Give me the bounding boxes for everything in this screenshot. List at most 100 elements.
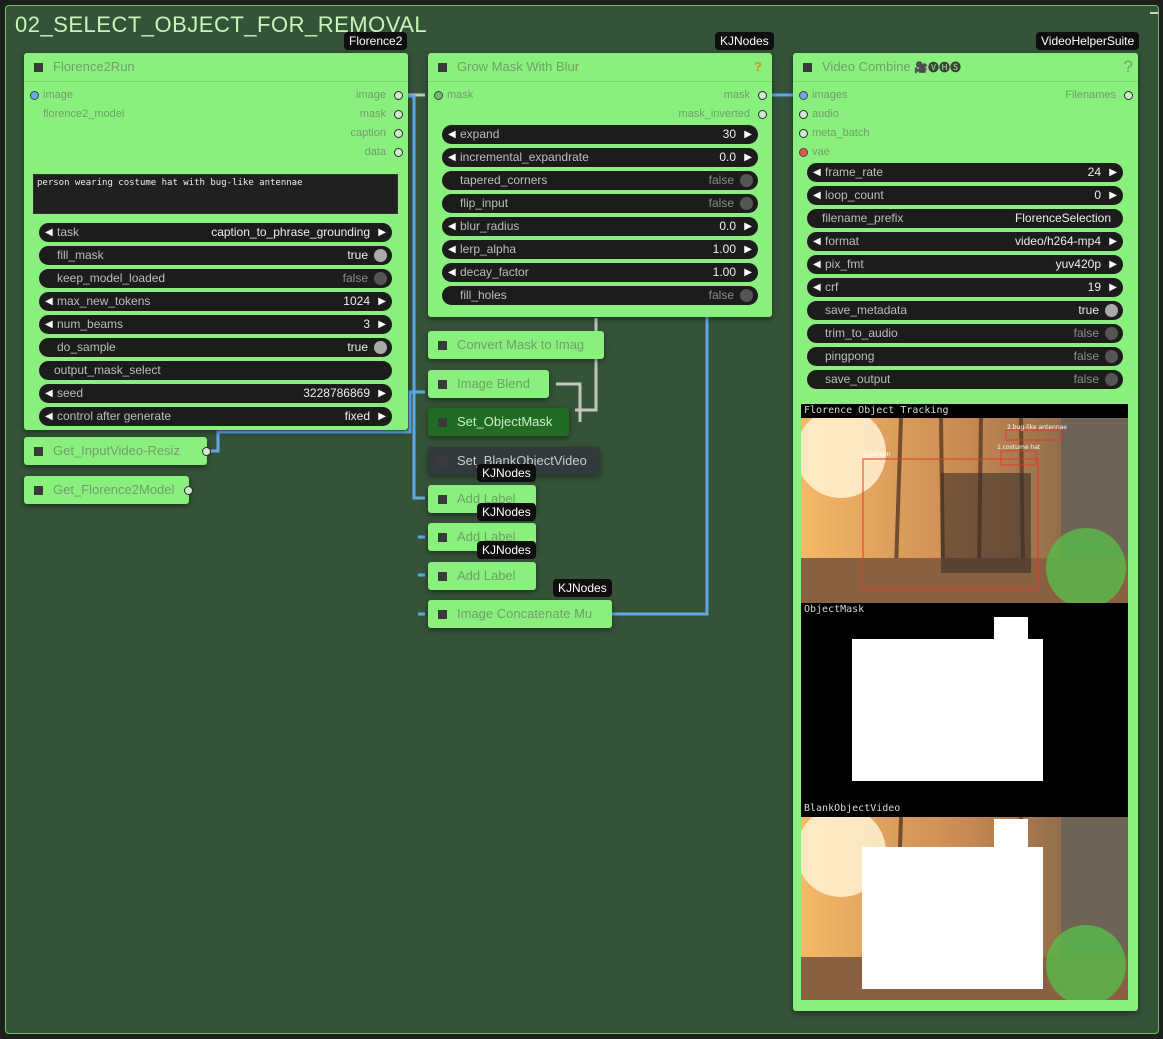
- fill-holes-toggle[interactable]: fill_holes false: [442, 286, 758, 305]
- collapse-icon[interactable]: [438, 380, 447, 389]
- arrow-right-icon[interactable]: ▶: [744, 148, 752, 167]
- output-mask-dot[interactable]: [758, 91, 767, 100]
- meta-batch-input-dot[interactable]: [799, 129, 808, 138]
- collapse-icon[interactable]: [438, 495, 447, 504]
- growmask-title[interactable]: Grow Mask With Blur: [428, 53, 772, 82]
- arrow-left-icon[interactable]: ◀: [45, 292, 53, 311]
- arrow-left-icon[interactable]: ◀: [813, 232, 821, 251]
- collapse-icon[interactable]: [438, 418, 447, 427]
- collapse-icon[interactable]: [438, 610, 447, 619]
- arrow-right-icon[interactable]: ▶: [1109, 278, 1117, 297]
- crf-combo[interactable]: ◀ crf 19 ▶: [807, 278, 1123, 297]
- get-florence-model-title[interactable]: Get_Florence2Model: [24, 476, 189, 504]
- lerp-alpha-combo[interactable]: ◀ lerp_alpha 1.00 ▶: [442, 240, 758, 259]
- filename-prefix-field[interactable]: filename_prefix FlorenceSelection: [807, 209, 1123, 228]
- num-beams-combo[interactable]: ◀ num_beams 3 ▶: [39, 315, 392, 334]
- arrow-left-icon[interactable]: ◀: [45, 384, 53, 403]
- video-combine-title[interactable]: Video Combine 🎥🅥🅗🅢: [793, 53, 1138, 82]
- audio-input-dot[interactable]: [799, 110, 808, 119]
- output-mask-dot[interactable]: [394, 110, 403, 119]
- frame-rate-combo[interactable]: ◀ frame_rate 24 ▶: [807, 163, 1123, 182]
- save-output-toggle[interactable]: save_output false: [807, 370, 1123, 389]
- arrow-right-icon[interactable]: ▶: [744, 125, 752, 144]
- collapse-icon[interactable]: [803, 63, 812, 72]
- arrow-right-icon[interactable]: ▶: [378, 407, 386, 426]
- prompt-textarea[interactable]: person wearing costume hat with bug-like…: [33, 174, 398, 214]
- tapered-corners-toggle[interactable]: tapered_corners false: [442, 171, 758, 190]
- arrow-right-icon[interactable]: ▶: [378, 384, 386, 403]
- arrow-right-icon[interactable]: ▶: [744, 217, 752, 236]
- collapse-icon[interactable]: [34, 447, 43, 456]
- get-inputvideo-node[interactable]: Get_InputVideo-Resiz: [24, 437, 211, 465]
- get-florence-model-node[interactable]: Get_Florence2Model: [24, 476, 193, 504]
- arrow-right-icon[interactable]: ▶: [378, 292, 386, 311]
- convert-mask-title[interactable]: Convert Mask to Imag: [428, 331, 604, 359]
- output-caption-dot[interactable]: [394, 129, 403, 138]
- control-after-generate-combo[interactable]: ◀ control after generate fixed ▶: [39, 407, 392, 426]
- help-icon[interactable]: ?: [1124, 57, 1133, 77]
- expand-combo[interactable]: ◀ expand 30 ▶: [442, 125, 758, 144]
- image-blend-node[interactable]: Image Blend: [428, 370, 549, 398]
- save-metadata-toggle[interactable]: save_metadata true: [807, 301, 1123, 320]
- image-concatenate-title[interactable]: Image Concatenate Mu: [428, 600, 612, 628]
- arrow-right-icon[interactable]: ▶: [378, 315, 386, 334]
- image-blend-title[interactable]: Image Blend: [428, 370, 549, 398]
- collapse-icon[interactable]: [438, 63, 447, 72]
- arrow-left-icon[interactable]: ◀: [813, 278, 821, 297]
- collapse-icon[interactable]: [438, 341, 447, 350]
- arrow-left-icon[interactable]: ◀: [45, 223, 53, 242]
- add-label-node-3[interactable]: Add Label: [428, 562, 536, 590]
- incremental-expandrate-combo[interactable]: ◀ incremental_expandrate 0.0 ▶: [442, 148, 758, 167]
- format-combo[interactable]: ◀ format video/h264-mp4 ▶: [807, 232, 1123, 251]
- flip-input-toggle[interactable]: flip_input false: [442, 194, 758, 213]
- image-concatenate-node[interactable]: Image Concatenate Mu: [428, 600, 612, 628]
- collapse-icon[interactable]: [438, 572, 447, 581]
- arrow-right-icon[interactable]: ▶: [744, 240, 752, 259]
- arrow-right-icon[interactable]: ▶: [1109, 232, 1117, 251]
- set-objectmask-title[interactable]: Set_ObjectMask: [428, 408, 569, 436]
- output-data-dot[interactable]: [394, 148, 403, 157]
- collapse-icon[interactable]: [34, 486, 43, 495]
- arrow-left-icon[interactable]: ◀: [448, 263, 456, 282]
- arrow-left-icon[interactable]: ◀: [813, 186, 821, 205]
- arrow-right-icon[interactable]: ▶: [1109, 255, 1117, 274]
- video-combine-node[interactable]: Video Combine 🎥🅥🅗🅢 ? images audio meta_b…: [793, 53, 1138, 1011]
- help-icon[interactable]: ?: [754, 59, 762, 74]
- collapse-icon[interactable]: [34, 63, 43, 72]
- add-label-title-3[interactable]: Add Label: [428, 562, 536, 590]
- image-input-dot[interactable]: [30, 91, 39, 100]
- get-inputvideo-output-dot[interactable]: [202, 447, 211, 456]
- images-input-dot[interactable]: [799, 91, 808, 100]
- growmask-node[interactable]: Grow Mask With Blur ? mask mask mask_inv…: [428, 53, 772, 317]
- collapse-icon[interactable]: [438, 533, 447, 542]
- arrow-right-icon[interactable]: ▶: [378, 223, 386, 242]
- convert-mask-node[interactable]: Convert Mask to Imag: [428, 331, 604, 359]
- output-mask-select-field[interactable]: output_mask_select: [39, 361, 392, 380]
- seed-combo[interactable]: ◀ seed 3228786869 ▶: [39, 384, 392, 403]
- set-objectmask-node[interactable]: Set_ObjectMask: [428, 408, 569, 436]
- arrow-left-icon[interactable]: ◀: [813, 163, 821, 182]
- arrow-right-icon[interactable]: ▶: [1109, 163, 1117, 182]
- output-image-dot[interactable]: [394, 91, 403, 100]
- arrow-left-icon[interactable]: ◀: [448, 240, 456, 259]
- florence2run-title[interactable]: Florence2Run: [24, 53, 408, 82]
- fill-mask-toggle[interactable]: fill_mask true: [39, 246, 392, 265]
- collapse-icon[interactable]: [438, 457, 447, 466]
- vae-input-dot[interactable]: [799, 148, 808, 157]
- arrow-left-icon[interactable]: ◀: [448, 217, 456, 236]
- video-preview[interactable]: Florence Object Tracking 0.person 1.cost…: [801, 404, 1128, 1000]
- arrow-left-icon[interactable]: ◀: [45, 407, 53, 426]
- arrow-right-icon[interactable]: ▶: [744, 263, 752, 282]
- get-florence-model-output-dot[interactable]: [184, 486, 193, 495]
- trim-to-audio-toggle[interactable]: trim_to_audio false: [807, 324, 1123, 343]
- keep-model-loaded-toggle[interactable]: keep_model_loaded false: [39, 269, 392, 288]
- arrow-left-icon[interactable]: ◀: [448, 125, 456, 144]
- output-mask-inverted-dot[interactable]: [758, 110, 767, 119]
- arrow-left-icon[interactable]: ◀: [448, 148, 456, 167]
- florence2run-node[interactable]: Florence2Run image florence2_model image…: [24, 53, 408, 430]
- task-combo[interactable]: ◀ task caption_to_phrase_grounding ▶: [39, 223, 392, 242]
- pingpong-toggle[interactable]: pingpong false: [807, 347, 1123, 366]
- get-inputvideo-title[interactable]: Get_InputVideo-Resiz: [24, 437, 207, 465]
- mask-input-dot[interactable]: [434, 91, 443, 100]
- decay-factor-combo[interactable]: ◀ decay_factor 1.00 ▶: [442, 263, 758, 282]
